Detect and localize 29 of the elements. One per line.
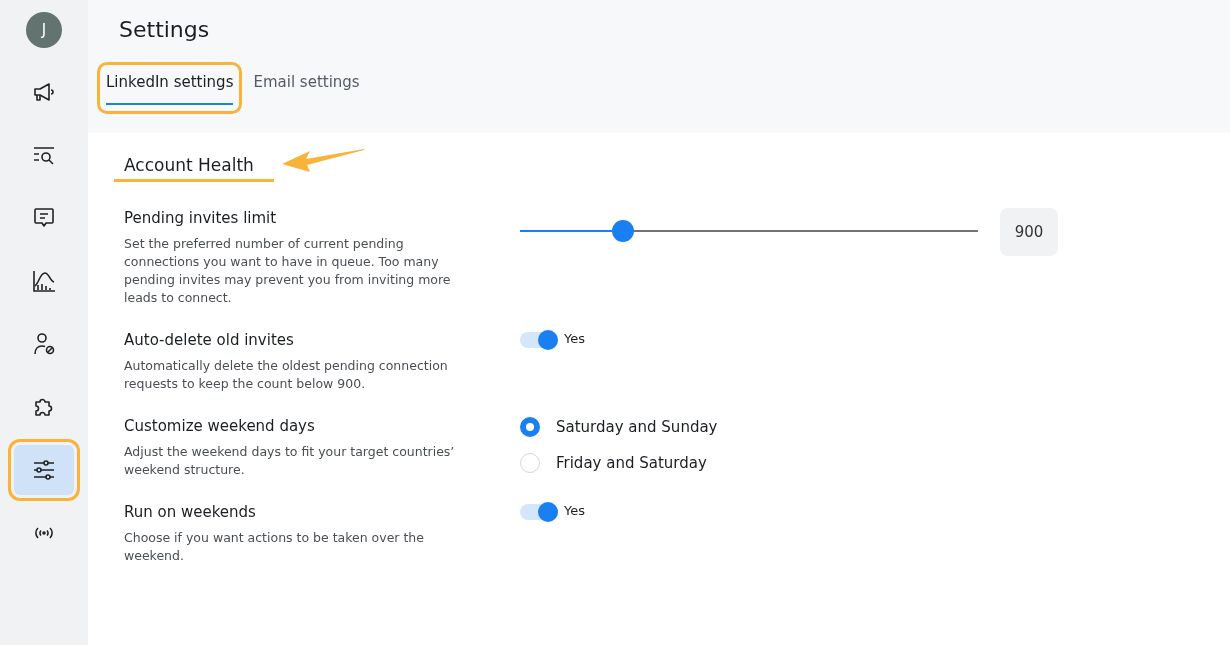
toggle-label: Yes (564, 331, 585, 346)
value-field[interactable]: 900 (1000, 208, 1058, 256)
tab[interactable]: LinkedIn settings (97, 62, 243, 114)
setting-label: Customize weekend days (124, 417, 316, 435)
setting-description: Adjust the weekend days to fit your target countries’ weekend structure. (124, 443, 456, 479)
avatar[interactable]: J (26, 12, 62, 48)
page-title: Settings (119, 16, 211, 42)
chart-icon (32, 269, 56, 293)
nav-item[interactable] (8, 439, 80, 501)
radio-button[interactable] (520, 417, 540, 437)
section-heading: Account Health (114, 155, 274, 182)
setting-label: Pending invites limit (124, 209, 278, 227)
setting-label: Run on weekends (124, 503, 257, 521)
radio-label[interactable]: Friday and Saturday (556, 454, 707, 472)
setting-description: Choose if you want actions to be taken over the weekend. (124, 529, 425, 565)
tab[interactable]: Email settings (244, 62, 369, 114)
radio-label[interactable]: Saturday and Sunday (556, 418, 718, 436)
setting-description: Set the preferred number of current pending connections you want to have in queue. Too many pending invites may prevent you from inviting more leads to connect. (124, 235, 452, 307)
user-block-icon (32, 332, 56, 356)
settings-icon (32, 458, 56, 482)
setting-label: Auto-delete old invites (124, 331, 295, 349)
setting-description: Automatically delete the oldest pending connection requests to keep the count below 900. (124, 357, 449, 393)
toggle-switch[interactable] (520, 504, 558, 520)
slider-track[interactable] (520, 220, 978, 242)
toggle-switch[interactable] (520, 332, 558, 348)
chat-icon (32, 206, 56, 230)
megaphone-icon (32, 80, 56, 104)
slider-thumb[interactable] (612, 220, 635, 242)
toggle-label: Yes (564, 503, 585, 518)
